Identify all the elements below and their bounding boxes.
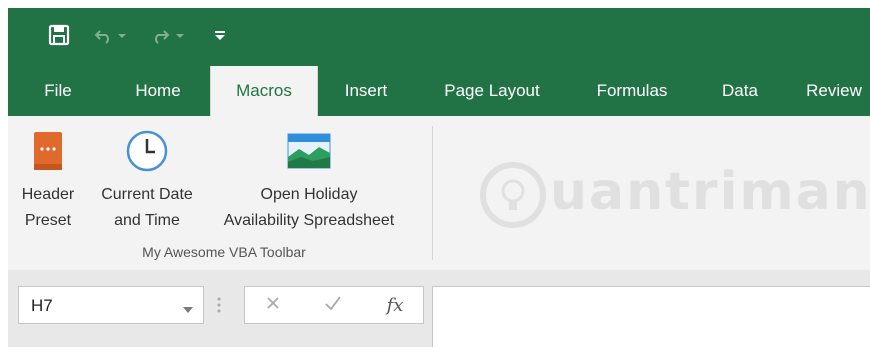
redo-button[interactable]	[150, 22, 190, 52]
open-holiday-label-line1: Open Holiday	[260, 186, 358, 203]
quick-access-toolbar	[8, 8, 870, 66]
header-preset-label-line1: Header	[21, 186, 75, 203]
landscape-image-icon	[287, 128, 331, 174]
name-box-value: H7	[31, 296, 53, 315]
current-date-label-line2: and Time	[114, 212, 180, 229]
clock-icon	[126, 128, 168, 174]
watermark-logo-icon	[480, 162, 546, 228]
save-icon	[48, 24, 70, 51]
save-button[interactable]	[46, 22, 72, 52]
formula-bar-area: H7 fx	[8, 270, 870, 347]
formula-buttons: fx	[244, 286, 424, 324]
open-holiday-label-line2: Availability Spreadsheet	[223, 212, 395, 229]
cancel-icon	[265, 295, 281, 316]
enter-button[interactable]	[315, 287, 351, 323]
redo-icon	[152, 25, 188, 50]
current-date-time-button[interactable]: Current Date and Time	[88, 128, 206, 234]
open-holiday-spreadsheet-button[interactable]: Open Holiday Availability Spreadsheet	[206, 128, 412, 234]
header-preset-button[interactable]: Header Preset	[8, 128, 88, 234]
tab-file[interactable]: File	[32, 66, 84, 116]
ribbon-group-label: My Awesome VBA Toolbar	[142, 244, 306, 260]
insert-function-button[interactable]: fx	[375, 287, 415, 323]
book-icon	[33, 128, 63, 174]
chevron-down-icon[interactable]	[183, 301, 193, 319]
current-date-label-line1: Current Date	[101, 186, 193, 203]
watermark-text: uantrimang	[550, 162, 870, 222]
tab-formulas[interactable]: Formulas	[584, 66, 680, 116]
tab-page-layout[interactable]: Page Layout	[432, 66, 552, 116]
ribbon-tab-strip: File Home Macros Insert Page Layout Form…	[8, 66, 870, 116]
formula-input[interactable]	[432, 286, 870, 347]
undo-button[interactable]	[92, 22, 132, 52]
tab-home[interactable]: Home	[116, 66, 200, 116]
header-preset-label-line2: Preset	[24, 212, 72, 229]
tab-review[interactable]: Review	[798, 66, 870, 116]
tab-insert[interactable]: Insert	[334, 66, 398, 116]
undo-icon	[94, 25, 130, 50]
name-box[interactable]: H7	[18, 286, 204, 324]
enter-icon	[324, 295, 342, 316]
customize-quick-access-button[interactable]	[212, 22, 228, 52]
grip-handle-icon[interactable]	[216, 294, 222, 316]
ribbon-panel: Header Preset Current Date and Time Open…	[8, 116, 870, 270]
cancel-button[interactable]	[255, 287, 291, 323]
tab-macros[interactable]: Macros	[210, 66, 318, 116]
ribbon-group-separator	[432, 126, 433, 260]
tab-data[interactable]: Data	[712, 66, 768, 116]
watermark: uantrimang	[478, 156, 870, 236]
customize-quick-access-icon	[214, 28, 226, 47]
